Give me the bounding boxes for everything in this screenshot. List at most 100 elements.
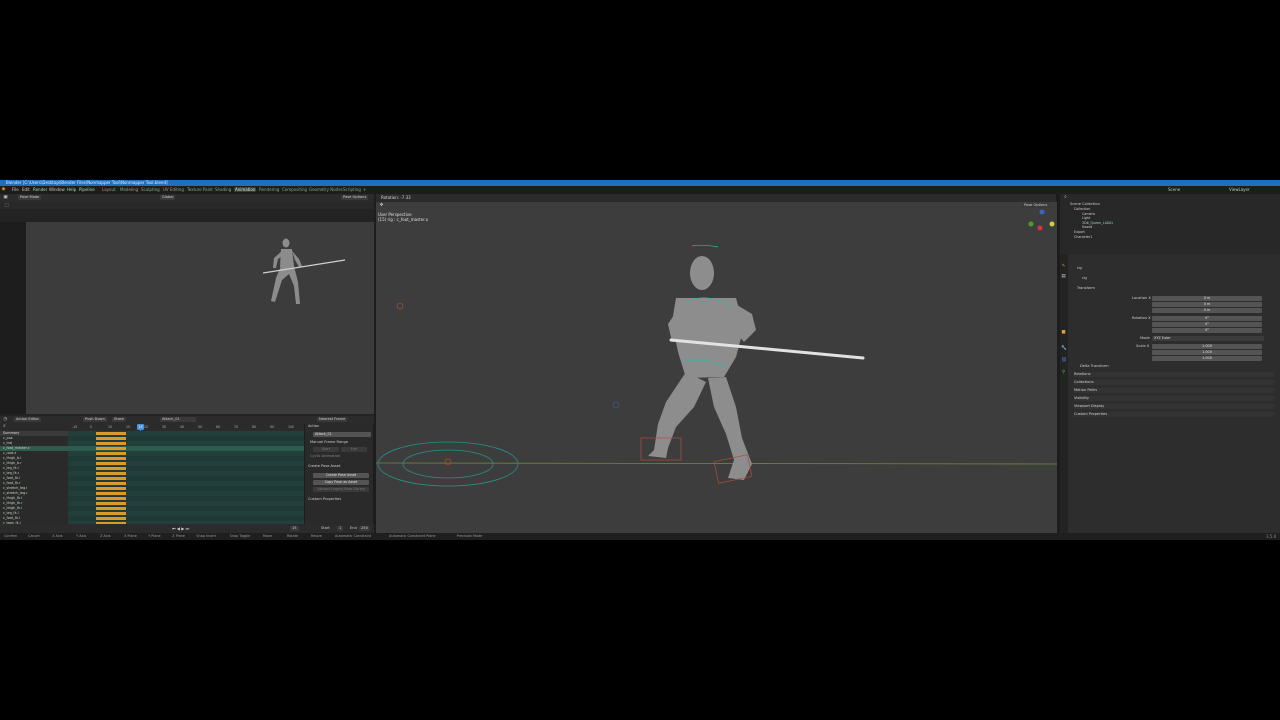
keyframe-block[interactable] xyxy=(96,442,126,445)
add-workspace-button[interactable]: + xyxy=(362,187,367,192)
properties-panel-header[interactable]: Delta Transform xyxy=(1080,364,1280,369)
menu-render[interactable]: Render xyxy=(33,187,47,192)
location-x-field[interactable]: 0 m xyxy=(1152,296,1262,301)
dopesheet-editor-icon[interactable]: ◷ xyxy=(3,417,8,422)
keyframe-block[interactable] xyxy=(96,472,126,475)
properties-panel-header[interactable]: Collections xyxy=(1074,380,1274,385)
navigation-gizmo[interactable] xyxy=(1028,209,1055,231)
left-viewport-area[interactable] xyxy=(0,209,374,222)
left-viewport-camera-view[interactable] xyxy=(26,222,374,414)
data-tab-icon[interactable]: ⚲ xyxy=(1061,370,1066,375)
rotation-mode-selector[interactable]: XYZ Euler xyxy=(1152,336,1264,341)
snap-selector[interactable]: Nearest Frame xyxy=(317,417,348,422)
transform-panel-header[interactable]: Transform xyxy=(1077,286,1095,291)
object-datablock-field[interactable]: rig xyxy=(1082,276,1087,281)
keyframe-block[interactable] xyxy=(96,512,126,515)
outliner-item[interactable]: Character1 xyxy=(1074,235,1092,240)
keyframe-block[interactable] xyxy=(96,502,126,505)
tool-tab-icon[interactable]: ✎ xyxy=(1061,264,1066,269)
action-start-field[interactable]: Start xyxy=(313,447,339,452)
end-frame-field[interactable]: 250 xyxy=(359,526,370,531)
tab-geometry-nodes[interactable]: Geometry Nodes xyxy=(308,187,344,192)
properties-panel-header[interactable]: Motion Paths xyxy=(1074,388,1274,393)
keyframe-block[interactable] xyxy=(96,457,126,460)
editor-type-icon[interactable]: ▣ xyxy=(3,195,8,200)
action-panel-header[interactable]: Action xyxy=(308,424,319,429)
cyclic-animation-checkbox[interactable]: Cyclic Animation xyxy=(310,454,340,459)
constraint-tab-icon[interactable]: ⛓ xyxy=(1061,358,1067,363)
current-frame-badge[interactable]: 15 xyxy=(137,424,144,430)
keyframe-block[interactable] xyxy=(96,487,126,490)
keyframe-block[interactable] xyxy=(96,507,126,510)
menu-file[interactable]: File xyxy=(12,187,19,192)
keyframe-block[interactable] xyxy=(96,447,126,450)
keyframe-block[interactable] xyxy=(96,462,126,465)
tab-compositing[interactable]: Compositing xyxy=(281,187,308,192)
keyframe-block[interactable] xyxy=(96,482,126,485)
blender-logo-icon[interactable]: ◉ xyxy=(1,187,6,192)
object-tab-icon[interactable]: ■ xyxy=(1061,330,1066,335)
outliner-filter-icon[interactable]: ⌕ xyxy=(1063,195,1068,200)
tab-modeling[interactable]: Modeling xyxy=(119,187,139,192)
rotation-z-field[interactable]: 0° xyxy=(1152,328,1262,333)
main-viewport[interactable]: ✥ Pose Options User Perspective (15) rig… xyxy=(376,202,1057,535)
action-end-field[interactable]: End xyxy=(341,447,367,452)
properties-panel-header[interactable]: Visibility xyxy=(1074,396,1274,401)
select-box-icon[interactable]: ⬚ xyxy=(4,203,9,208)
tab-texture-paint[interactable]: Texture Paint xyxy=(186,187,214,192)
keyframe-block[interactable] xyxy=(96,517,126,520)
create-pose-asset-button[interactable]: Create Pose Asset xyxy=(313,473,369,478)
properties-panel-header[interactable]: Custom Properties xyxy=(1074,412,1274,417)
custom-properties-header[interactable]: Custom Properties xyxy=(308,497,341,502)
view-layer-selector[interactable]: ViewLayer xyxy=(1229,187,1250,192)
editor-mode-selector[interactable]: Action Editor xyxy=(14,417,42,422)
keyframe-block[interactable] xyxy=(96,477,126,480)
scale-y-field[interactable]: 1.000 xyxy=(1152,350,1262,355)
search-icon[interactable]: ⌕ xyxy=(2,424,7,429)
tab-animation[interactable]: Animation xyxy=(234,187,257,192)
tab-sculpting[interactable]: Sculpting xyxy=(140,187,161,192)
create-pose-panel-header[interactable]: Create Pose Asset xyxy=(308,464,340,469)
dopesheet-area[interactable]: -10 0 10 15 20 30 40 50 60 70 80 90 100 15 xyxy=(68,424,304,524)
manual-frame-range-checkbox[interactable]: Manual Frame Range xyxy=(310,440,348,445)
current-frame-field[interactable]: 15 xyxy=(290,526,299,531)
playback-controls[interactable]: ⏮ ◀ ▶ ⏭ xyxy=(172,526,189,531)
start-frame-field[interactable]: 1 xyxy=(337,526,344,531)
left-pose-options-button[interactable]: Pose Options xyxy=(341,195,369,200)
stash-button[interactable]: Stash xyxy=(112,417,127,422)
tab-rendering[interactable]: Rendering xyxy=(258,187,280,192)
menu-window[interactable]: Window xyxy=(49,187,65,192)
properties-panel-header[interactable]: Relations xyxy=(1074,372,1274,377)
location-z-field[interactable]: 0 m xyxy=(1152,308,1262,313)
object-name-field[interactable]: rig xyxy=(1077,266,1082,271)
mode-selector[interactable]: Pose Mode xyxy=(18,195,42,200)
keyframe-block[interactable] xyxy=(96,497,126,500)
scale-x-field[interactable]: 1.000 xyxy=(1152,344,1262,349)
keyframe-block[interactable] xyxy=(96,437,126,440)
render-tab-icon[interactable]: ▤ xyxy=(1061,274,1066,279)
rotation-y-field[interactable]: 0° xyxy=(1152,322,1262,327)
transform-orientation-selector[interactable]: Global xyxy=(160,195,176,200)
convert-legacy-button[interactable]: Convert Legacy Pose Library xyxy=(313,487,369,492)
copy-pose-as-asset-button[interactable]: Copy Pose as Asset xyxy=(313,480,369,485)
keyframe-block[interactable] xyxy=(96,492,126,495)
menu-pipeline[interactable]: Pipeline xyxy=(79,187,95,192)
tab-shading[interactable]: Shading xyxy=(214,187,232,192)
tab-scripting[interactable]: Scripting xyxy=(342,187,362,192)
keyframe-block[interactable] xyxy=(96,467,126,470)
menu-edit[interactable]: Edit xyxy=(22,187,30,192)
location-y-field[interactable]: 0 m xyxy=(1152,302,1262,307)
keyframe-block[interactable] xyxy=(96,452,126,455)
modifier-tab-icon[interactable]: 🔧 xyxy=(1061,346,1067,351)
menu-help[interactable]: Help xyxy=(67,187,76,192)
properties-panel-header[interactable]: Viewport Display xyxy=(1074,404,1274,409)
action-name-field[interactable]: Attack_01 xyxy=(313,432,371,437)
scale-z-field[interactable]: 1.000 xyxy=(1152,356,1262,361)
rotation-x-field[interactable]: 0° xyxy=(1152,316,1262,321)
keyframe-block[interactable] xyxy=(96,432,126,435)
action-selector[interactable]: Attack_01 xyxy=(160,417,196,422)
push-down-button[interactable]: Push Down xyxy=(83,417,107,422)
frame-ruler[interactable]: -10 0 10 15 20 30 40 50 60 70 80 90 100 xyxy=(68,424,304,431)
scene-selector[interactable]: Scene xyxy=(1168,187,1180,192)
tab-layout[interactable]: Layout xyxy=(101,187,117,192)
